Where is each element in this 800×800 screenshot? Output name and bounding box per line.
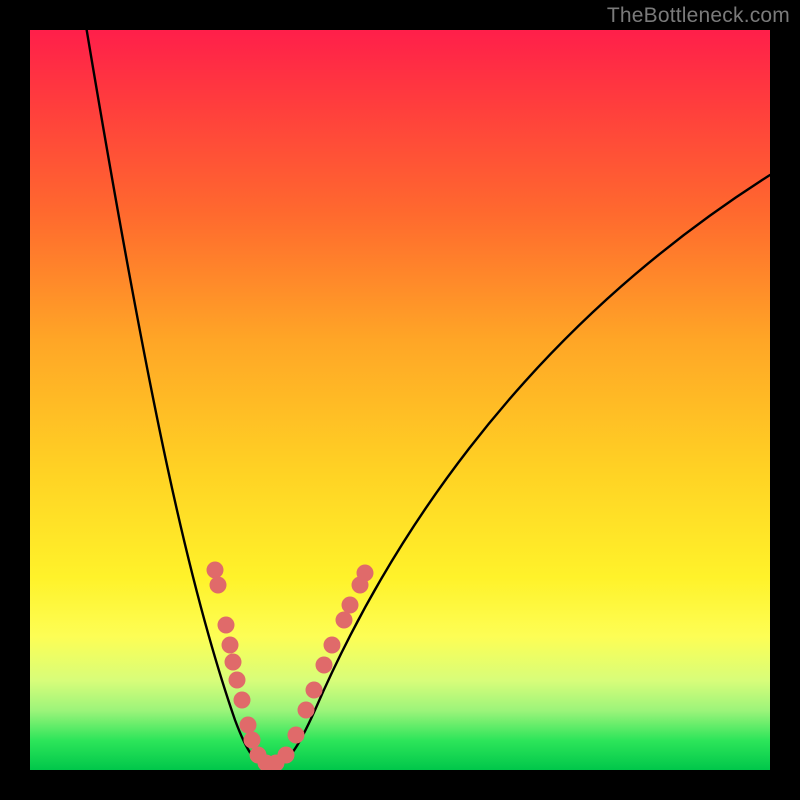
data-dot	[222, 637, 239, 654]
data-dot	[298, 702, 315, 719]
data-dot	[324, 637, 341, 654]
bottleneck-curve	[85, 30, 770, 765]
watermark-text: TheBottleneck.com	[607, 4, 790, 28]
data-dot-layer	[207, 562, 374, 771]
data-dot	[229, 672, 246, 689]
chart-overlay	[30, 30, 770, 770]
data-dot	[240, 717, 257, 734]
data-dot	[210, 577, 227, 594]
data-dot	[288, 727, 305, 744]
chart-svg	[30, 30, 770, 770]
data-dot	[357, 565, 374, 582]
data-dot	[306, 682, 323, 699]
data-dot	[218, 617, 235, 634]
data-dot	[225, 654, 242, 671]
data-dot	[336, 612, 353, 629]
data-dot	[342, 597, 359, 614]
data-dot	[244, 732, 261, 749]
data-dot	[234, 692, 251, 709]
data-dot	[278, 747, 295, 764]
data-dot	[207, 562, 224, 579]
data-dot	[316, 657, 333, 674]
